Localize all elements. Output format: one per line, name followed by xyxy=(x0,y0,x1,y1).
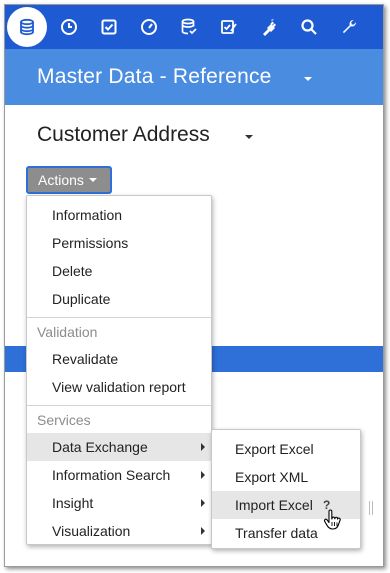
chevron-right-icon xyxy=(201,443,205,451)
wrench-icon xyxy=(342,20,356,34)
actions-button-label: Actions xyxy=(38,172,84,188)
menu-item-label: Insight xyxy=(52,495,94,511)
menu-item-revalidate[interactable]: Revalidate xyxy=(27,345,211,373)
search-button[interactable] xyxy=(289,5,329,49)
clock-icon xyxy=(61,19,77,35)
app-window: Master Data - Reference Customer Address… xyxy=(4,4,384,567)
menu-item-insight[interactable]: Insight xyxy=(27,489,211,517)
chevron-right-icon xyxy=(201,471,205,479)
actions-button[interactable]: Actions xyxy=(26,166,112,194)
menu-item-permissions[interactable]: Permissions xyxy=(27,229,211,257)
database-check-icon xyxy=(181,18,197,35)
menu-item-information[interactable]: Information xyxy=(27,201,211,229)
top-toolbar xyxy=(5,5,383,49)
menu-item-visualization[interactable]: Visualization xyxy=(27,517,211,545)
entity-title: Customer Address xyxy=(37,123,210,146)
scrollbar-handle[interactable] xyxy=(369,501,373,515)
submenu-item-export-excel[interactable]: Export Excel xyxy=(212,435,360,463)
submenu-item-export-xml[interactable]: Export XML xyxy=(212,463,360,491)
wrench-button[interactable] xyxy=(329,5,369,49)
menu-section-services: Services xyxy=(37,412,91,428)
hand-cursor-icon xyxy=(323,509,341,530)
plug-icon xyxy=(263,19,276,36)
menu-item-label: Visualization xyxy=(52,523,131,539)
entity-dropdown-caret[interactable] xyxy=(245,135,253,139)
page-title: Master Data - Reference xyxy=(37,65,272,88)
plug-button[interactable] xyxy=(249,5,289,49)
menu-section-validation: Validation xyxy=(37,324,98,340)
database-button[interactable] xyxy=(5,5,49,49)
header-band: Master Data - Reference xyxy=(5,49,383,105)
title-dropdown-caret[interactable] xyxy=(304,77,312,81)
checkbox-button[interactable] xyxy=(89,5,129,49)
chevron-right-icon xyxy=(201,499,205,507)
submenu-item-label: Import Excel xyxy=(235,497,313,513)
chevron-right-icon xyxy=(201,527,205,535)
menu-item-label: Data Exchange xyxy=(52,439,148,455)
gauge-button[interactable] xyxy=(129,5,169,49)
edit-check-icon xyxy=(221,20,237,34)
menu-item-delete[interactable]: Delete xyxy=(27,257,211,285)
actions-menu: Information Permissions Delete Duplicate… xyxy=(26,195,212,545)
database-check-button[interactable] xyxy=(169,5,209,49)
database-icon xyxy=(20,18,34,36)
edit-check-button[interactable] xyxy=(209,5,249,49)
menu-item-duplicate[interactable]: Duplicate xyxy=(27,285,211,313)
menu-item-information-search[interactable]: Information Search xyxy=(27,461,211,489)
checkbox-icon xyxy=(101,19,117,35)
chevron-down-icon xyxy=(88,178,97,182)
search-icon xyxy=(301,19,317,35)
menu-item-label: Information Search xyxy=(52,467,171,483)
menu-item-view-validation-report[interactable]: View validation report xyxy=(27,373,211,401)
gauge-icon xyxy=(141,19,157,35)
clock-button[interactable] xyxy=(49,5,89,49)
menu-item-data-exchange[interactable]: Data Exchange xyxy=(27,433,211,461)
